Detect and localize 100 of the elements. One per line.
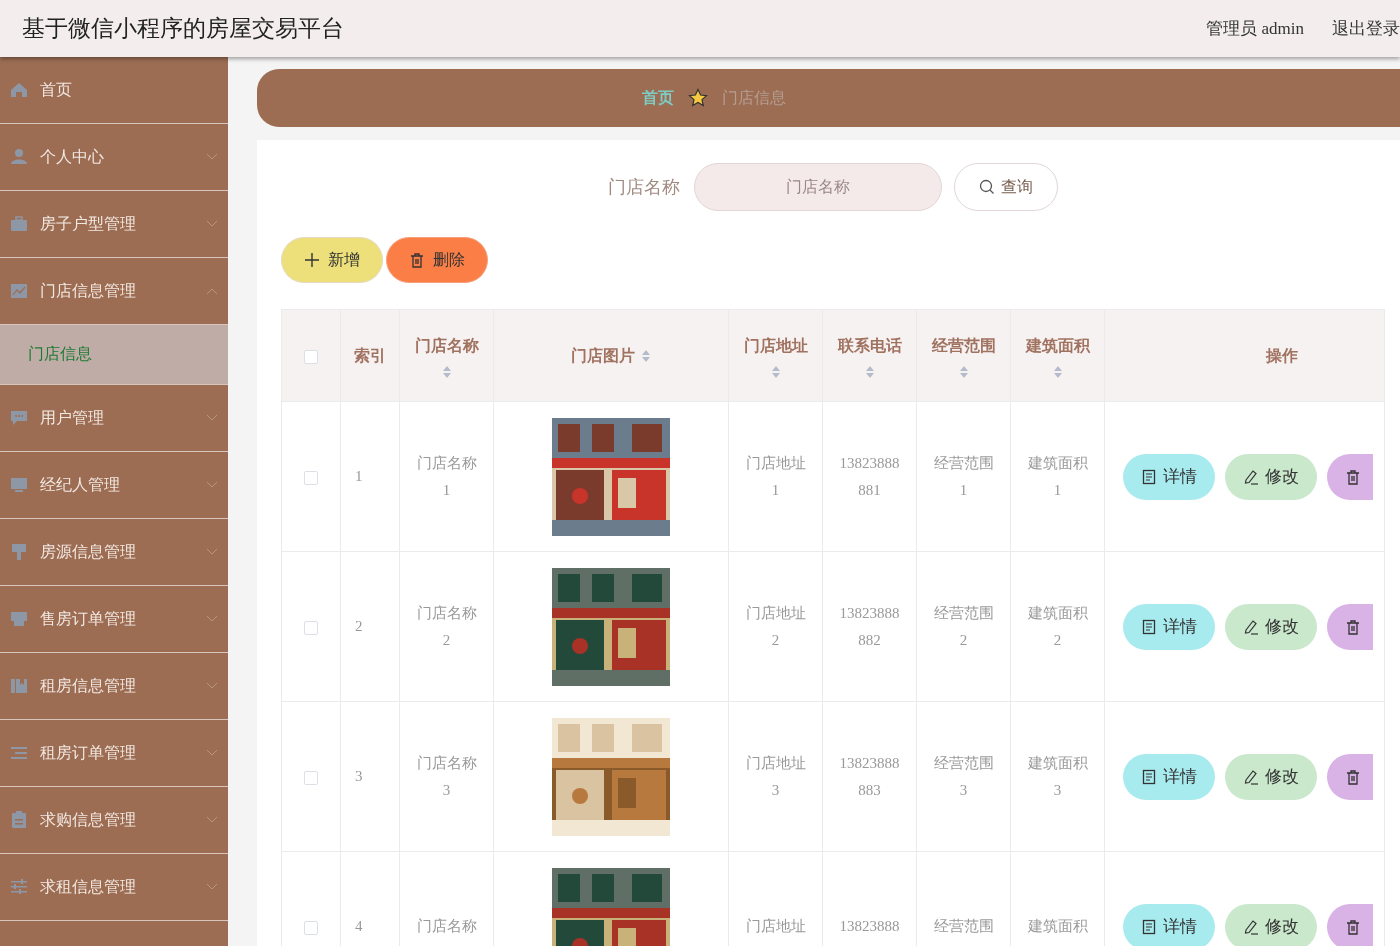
column-header: 索引 bbox=[340, 309, 400, 402]
delete-button[interactable] bbox=[1327, 903, 1373, 946]
logout-link[interactable]: 退出登录 bbox=[1332, 17, 1400, 40]
table-cell: 建筑面积 bbox=[1027, 918, 1088, 934]
search-label: 门店名称 bbox=[607, 176, 680, 199]
document-icon bbox=[1141, 768, 1157, 785]
column-header[interactable]: 门店地址 bbox=[728, 309, 823, 402]
column-header[interactable]: 经营范围 bbox=[916, 309, 1011, 402]
sidebar-item[interactable]: 租房订单管理 bbox=[0, 720, 228, 787]
pencil-icon bbox=[1243, 618, 1259, 635]
checkbox[interactable] bbox=[304, 620, 318, 635]
submenu-item[interactable]: 门店信息 bbox=[0, 325, 228, 385]
table-cell: 经营范围3 bbox=[933, 754, 994, 798]
user-label: 管理员 admin bbox=[1206, 18, 1304, 40]
sidebar-item[interactable]: 经纪人管理 bbox=[0, 452, 228, 519]
sidebar-item[interactable]: 租房信息管理 bbox=[0, 653, 228, 720]
table-cell: 建筑面积2 bbox=[1027, 604, 1088, 648]
document-icon bbox=[1141, 918, 1157, 935]
table-cell: 门店名称3 bbox=[416, 754, 477, 798]
sort-icon bbox=[958, 365, 969, 379]
sidebar-item[interactable]: 求购信息管理 bbox=[0, 787, 228, 854]
detail-button[interactable]: 详情 bbox=[1123, 603, 1215, 650]
delete-button[interactable] bbox=[1327, 453, 1373, 500]
signboard-icon bbox=[10, 543, 28, 561]
edit-button[interactable]: 修改 bbox=[1225, 753, 1317, 800]
book-icon bbox=[10, 677, 28, 695]
table-cell: 13823888882 bbox=[839, 604, 900, 648]
app-title: 基于微信小程序的房屋交易平台 bbox=[22, 15, 345, 43]
delete-button[interactable] bbox=[1327, 603, 1373, 650]
sort-icon bbox=[641, 348, 651, 363]
column-header[interactable]: 建筑面积 bbox=[1010, 309, 1105, 402]
detail-button[interactable]: 详情 bbox=[1123, 903, 1215, 946]
trash-icon bbox=[1345, 618, 1361, 635]
table-cell: 门店名称2 bbox=[416, 604, 477, 648]
table-cell: 经营范围1 bbox=[933, 454, 994, 498]
table-cell: 3 bbox=[355, 768, 363, 784]
table-cell: 门店地址3 bbox=[745, 754, 806, 798]
home-icon bbox=[10, 81, 28, 99]
sort-icon bbox=[1052, 365, 1063, 379]
table-cell: 门店地址2 bbox=[745, 604, 806, 648]
checkbox[interactable] bbox=[304, 470, 318, 485]
search-field[interactable]: 门店名称 bbox=[693, 163, 942, 211]
table-cell: 门店地址1 bbox=[745, 454, 806, 498]
edit-button[interactable]: 修改 bbox=[1225, 453, 1317, 500]
column-header: 操作 bbox=[1104, 309, 1385, 402]
delete-button[interactable] bbox=[1327, 753, 1373, 800]
detail-button[interactable]: 详情 bbox=[1123, 453, 1215, 500]
table-cell: 建筑面积3 bbox=[1027, 754, 1088, 798]
sidebar-item[interactable]: 房源信息管理 bbox=[0, 519, 228, 586]
table-cell: 13823888 bbox=[839, 918, 900, 934]
chat-icon bbox=[10, 409, 28, 427]
table-cell: 建筑面积1 bbox=[1027, 454, 1088, 498]
column-header[interactable]: 门店名称 bbox=[399, 309, 494, 402]
sort-icon bbox=[441, 365, 452, 379]
edit-button[interactable]: 修改 bbox=[1225, 903, 1317, 946]
trash-icon bbox=[1345, 918, 1361, 935]
sidebar-item[interactable]: 首页 bbox=[0, 57, 228, 124]
document-icon bbox=[1141, 618, 1157, 635]
breadcrumb-link[interactable]: 首页 bbox=[641, 87, 674, 109]
document-icon bbox=[1141, 468, 1157, 485]
pencil-icon bbox=[1243, 918, 1259, 935]
table-cell: 13823888881 bbox=[839, 454, 900, 498]
clipboard-icon bbox=[10, 811, 28, 829]
table-cell: 门店地址 bbox=[745, 918, 806, 934]
plus-icon bbox=[304, 252, 320, 268]
table-cell: 13823888883 bbox=[839, 754, 900, 798]
table-cell: 门店名称 bbox=[416, 918, 477, 934]
user-icon bbox=[10, 148, 28, 166]
search-button[interactable]: 查询 bbox=[953, 163, 1058, 211]
checkbox[interactable] bbox=[304, 770, 318, 785]
table-cell: 2 bbox=[355, 618, 363, 634]
column-header[interactable]: 联系电话 bbox=[822, 309, 917, 402]
briefcase-icon bbox=[10, 215, 28, 233]
trash-icon bbox=[1345, 468, 1361, 485]
sidebar-item[interactable]: 用户管理 bbox=[0, 385, 228, 452]
search-icon bbox=[978, 179, 995, 195]
monitor-icon bbox=[10, 476, 28, 494]
sort-icon bbox=[864, 365, 875, 379]
sidebar-item[interactable]: 房子户型管理 bbox=[0, 191, 228, 258]
checkbox[interactable] bbox=[304, 920, 318, 935]
add-button[interactable]: 新增 bbox=[281, 237, 383, 283]
list-icon bbox=[10, 744, 28, 762]
table-cell: 经营范围 bbox=[933, 918, 994, 934]
printer-icon bbox=[10, 610, 28, 628]
pencil-icon bbox=[1243, 768, 1259, 785]
column-header[interactable]: 门店图片 bbox=[493, 309, 729, 402]
sliders-icon bbox=[10, 878, 28, 896]
edit-button[interactable]: 修改 bbox=[1225, 603, 1317, 650]
detail-button[interactable]: 详情 bbox=[1123, 753, 1215, 800]
star-icon bbox=[687, 88, 708, 108]
checkbox[interactable] bbox=[304, 350, 318, 365]
chart-icon bbox=[10, 282, 28, 300]
pencil-icon bbox=[1243, 468, 1259, 485]
delete-button[interactable]: 删除 bbox=[386, 237, 488, 283]
sidebar-item[interactable]: 售房订单管理 bbox=[0, 586, 228, 653]
table-cell: 门店名称1 bbox=[416, 454, 477, 498]
sort-icon bbox=[770, 365, 781, 379]
sidebar-item[interactable]: 个人中心 bbox=[0, 124, 228, 191]
table-cell: 1 bbox=[355, 468, 363, 484]
sidebar-item[interactable]: 求租信息管理 bbox=[0, 854, 228, 921]
